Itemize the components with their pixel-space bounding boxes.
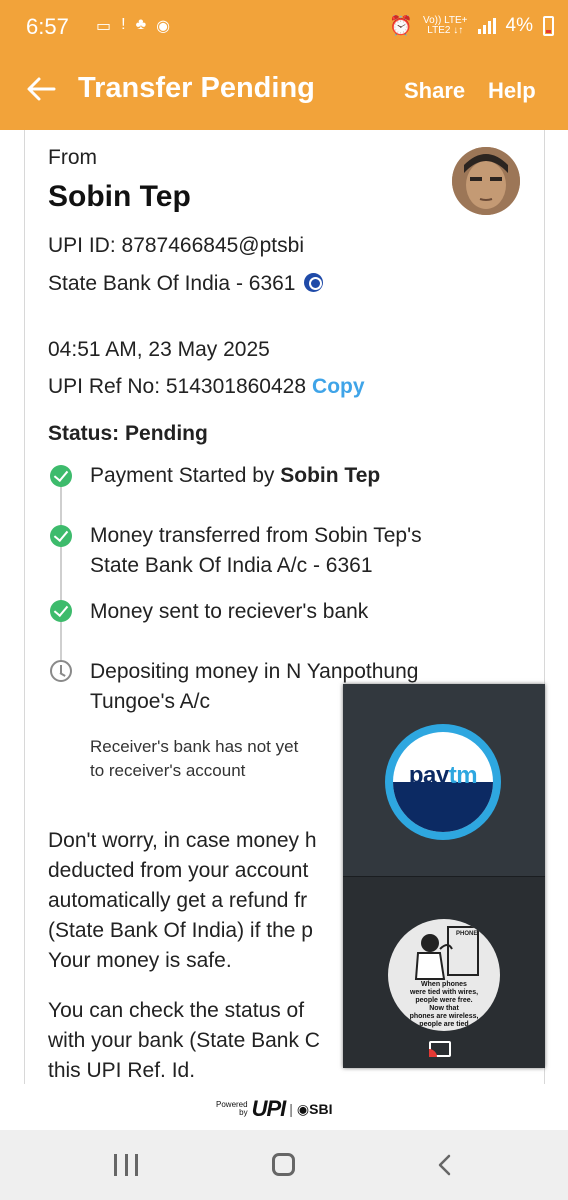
back-icon[interactable] — [434, 1153, 458, 1177]
para-line: deducted from your account — [48, 859, 309, 882]
step-note: Receiver's bank has not yet to receiver'… — [90, 735, 298, 783]
step-money-sent: Money sent to reciever's bank — [90, 600, 369, 623]
sender-name: Sobin Tep — [48, 180, 191, 213]
upi-logo: UPI — [251, 1096, 287, 1121]
network-indicator: Vo)) LTE+ LTE2 ↓↑ — [422, 15, 468, 36]
timeline-line — [60, 476, 62, 670]
powered-by-label: Powered by — [216, 1100, 248, 1117]
help-button[interactable]: Help — [488, 78, 536, 104]
check-circle-icon — [50, 465, 72, 487]
step-money-transferred: Money transferred from Sobin Tep's State… — [90, 521, 422, 581]
home-icon[interactable] — [272, 1153, 295, 1176]
copy-button[interactable]: Copy — [312, 375, 365, 398]
navigation-bar — [0, 1130, 568, 1200]
notification-icons: ▭ ! ♣ ◉ — [96, 16, 170, 36]
poster-phone-label: PHONE — [456, 931, 478, 937]
step-line: Money transferred from Sobin Tep's — [90, 524, 422, 547]
powered-by-upi-sbi: Powered by UPI | ◉SBI — [216, 1096, 332, 1122]
status-check-info: You can check the status of with your ba… — [48, 996, 320, 1084]
paytm-logo: paytm — [385, 724, 501, 840]
battery-icon — [543, 16, 554, 36]
poster-image: When phones were tied with wires, people… — [388, 919, 500, 1031]
poster-caption: When phones were tied with wires, people… — [409, 981, 479, 1028]
sbi-logo: ◉SBI — [296, 1100, 333, 1117]
from-label: From — [48, 146, 97, 169]
para-line: this UPI Ref. Id. — [48, 1059, 196, 1082]
info-icon[interactable] — [303, 273, 323, 292]
para-line: Your money is safe. — [48, 949, 232, 972]
cast-icon[interactable] — [429, 1041, 451, 1057]
avatar — [452, 147, 520, 215]
pip-paytm-frame: paytm — [343, 684, 545, 876]
page-title: Transfer Pending — [78, 72, 315, 104]
check-circle-icon — [50, 600, 72, 622]
upi-ref-number: UPI Ref No: 514301860428 — [48, 375, 307, 398]
recents-icon[interactable] — [114, 1154, 138, 1176]
upi-ref: UPI Ref No: 514301860428 Copy — [48, 375, 365, 399]
para-line: with your bank (State Bank C — [48, 1029, 320, 1052]
status-bar: 6:57 ▭ ! ♣ ◉ ⏰ Vo)) LTE+ LTE2 ↓↑ 4% — [0, 0, 568, 56]
note-line: Receiver's bank has not yet — [90, 737, 299, 756]
pip-poster-frame: When phones were tied with wires, people… — [343, 876, 545, 1068]
alert-icon: ! — [121, 16, 126, 33]
refund-info: Don't worry, in case money h deducted fr… — [48, 826, 317, 976]
app-icon: ♣ — [135, 16, 147, 33]
whatsapp-icon: ◉ — [156, 18, 171, 35]
step-payment-started: Payment Started by Sobin Tep — [90, 461, 380, 491]
status-right: ⏰ Vo)) LTE+ LTE2 ↓↑ 4% — [389, 14, 554, 38]
battery-percent: 4% — [505, 15, 533, 36]
bank-name: State Bank Of India - 6361 — [48, 272, 296, 295]
para-line: (State Bank Of India) if the p — [48, 919, 313, 942]
step-text: Payment Started by — [90, 464, 281, 487]
para-line: automatically get a refund fr — [48, 889, 308, 912]
status-label: Status: Pending — [48, 422, 208, 445]
share-button[interactable]: Share — [404, 78, 465, 104]
bank-account: State Bank Of India - 6361 — [48, 272, 323, 296]
top-bar: 6:57 ▭ ! ♣ ◉ ⏰ Vo)) LTE+ LTE2 ↓↑ 4% Trans… — [0, 0, 568, 130]
transaction-datetime: 04:51 AM, 23 May 2025 — [48, 338, 270, 361]
back-arrow-icon[interactable] — [24, 72, 58, 106]
para-line: You can check the status of — [48, 999, 305, 1022]
clock-icon — [50, 660, 72, 682]
upi-id: UPI ID: 8787466845@ptsbi — [48, 234, 304, 257]
divider: | — [289, 1101, 293, 1117]
step-line: State Bank Of India A/c - 6361 — [90, 554, 373, 577]
signal-icon — [477, 18, 496, 34]
para-line: Don't worry, in case money h — [48, 829, 317, 852]
status-time: 6:57 — [26, 14, 69, 39]
step-bold: Sobin Tep — [280, 464, 381, 487]
app-bar: Transfer Pending Share Help — [0, 56, 568, 130]
picture-in-picture-video[interactable]: paytm When phones were tied with wires, … — [343, 684, 545, 1068]
check-circle-icon — [50, 525, 72, 547]
alarm-icon: ⏰ — [389, 16, 413, 37]
video-icon: ▭ — [96, 18, 112, 35]
note-line: to receiver's account — [90, 761, 246, 780]
step-line: Depositing money in N Yanpothung — [90, 660, 419, 683]
